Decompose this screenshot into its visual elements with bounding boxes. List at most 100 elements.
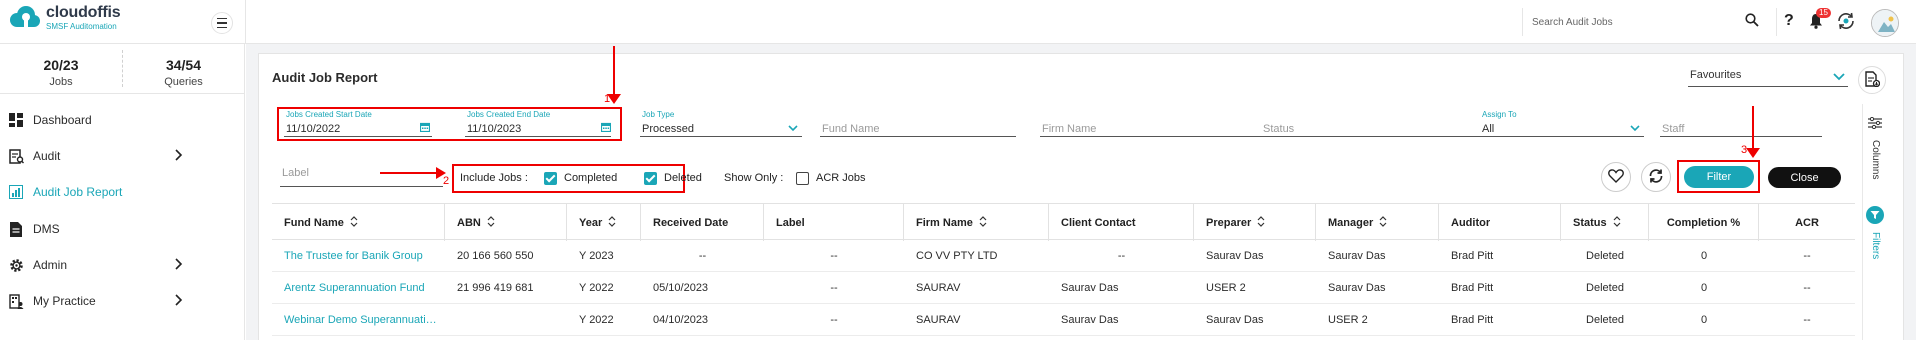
annotation-arrow-3 — [1752, 106, 1754, 151]
label-placeholder: Label — [282, 167, 309, 179]
column-header-fund-name[interactable]: Fund Name — [272, 204, 445, 241]
topbar-divider — [245, 0, 246, 44]
status-select[interactable]: Status — [1261, 113, 1484, 137]
search-icon[interactable] — [1745, 13, 1759, 30]
annotation-arrow-1 — [613, 46, 615, 98]
favourites-select[interactable]: Favourites — [1688, 65, 1848, 87]
column-header-status[interactable]: Status — [1561, 204, 1649, 241]
sidebar-item-label: My Practice — [33, 294, 96, 308]
hamburger-icon — [217, 16, 227, 30]
column-header-acr[interactable]: ACR — [1759, 204, 1855, 241]
completion-cell: 0 — [1700, 282, 1708, 294]
export-report-button[interactable] — [1858, 66, 1886, 94]
table-row[interactable]: The Trustee for Banik Group 20 166 560 5… — [272, 240, 1855, 272]
preparer-cell: Saurav Das — [1206, 250, 1264, 262]
sidebar-item-audit-job-report[interactable]: Audit Job Report — [0, 177, 245, 207]
search-input[interactable] — [1532, 12, 1742, 32]
assign-to-select[interactable]: Assign To All — [1480, 110, 1644, 137]
export-file-icon — [1864, 70, 1881, 90]
column-header-completion[interactable]: Completion % — [1649, 204, 1759, 241]
column-header-preparer[interactable]: Preparer — [1194, 204, 1316, 241]
manager-cell: USER 2 — [1328, 314, 1368, 326]
received-date-cell: 05/10/2023 — [653, 282, 709, 294]
year-cell: Y 2023 — [579, 250, 614, 262]
preparer-cell: USER 2 — [1206, 282, 1246, 294]
client-contact-cell: Saurav Das — [1061, 314, 1119, 326]
column-header-firm-name[interactable]: Firm Name — [904, 204, 1049, 241]
sort-icon — [487, 215, 495, 230]
deleted-label: Deleted — [664, 172, 702, 184]
column-header-label: Client Contact — [1061, 216, 1136, 229]
jobs-stat-value: 20/23 — [43, 57, 79, 73]
auditor-cell: Brad Pitt — [1451, 314, 1494, 326]
deleted-checkbox[interactable] — [644, 172, 657, 185]
sidebar-item-audit[interactable]: Audit — [0, 141, 245, 171]
queries-stat[interactable]: 34/54 Queries — [122, 50, 244, 88]
table-row[interactable]: Webinar Demo Superannuation Fund Y 2022 … — [272, 304, 1855, 336]
heart-icon — [1608, 168, 1624, 186]
help-icon[interactable]: ? — [1784, 12, 1794, 30]
app-logo[interactable]: cloudoffis SMSF Auditomation — [6, 4, 121, 32]
year-cell: Y 2022 — [579, 314, 614, 326]
sidebar-item-dms[interactable]: DMS — [0, 214, 245, 244]
sort-icon — [1613, 215, 1621, 230]
page-title: Audit Job Report — [272, 70, 378, 85]
completed-checkbox[interactable] — [544, 172, 557, 185]
include-jobs-label: Include Jobs : — [460, 172, 528, 184]
sidebar-item-dashboard[interactable]: Dashboard — [0, 105, 245, 135]
sidebar-item-admin[interactable]: Admin — [0, 250, 245, 280]
firm-name-input[interactable]: Firm Name — [1040, 113, 1262, 137]
sort-icon — [1379, 215, 1387, 230]
sidebar-item-label: Audit — [33, 149, 61, 163]
sidebar-item-my-practice[interactable]: My Practice — [0, 286, 245, 316]
chevron-down-icon[interactable] — [1833, 70, 1845, 84]
sync-icon[interactable] — [1836, 11, 1856, 34]
fund-name-link[interactable]: The Trustee for Banik Group — [272, 240, 440, 272]
fund-name-link[interactable]: Arentz Superannuation Fund — [272, 272, 440, 304]
column-header-label-col[interactable]: Label — [764, 204, 904, 241]
column-header-label: Status — [1573, 216, 1607, 229]
manager-cell: Saurav Das — [1328, 250, 1386, 262]
table-header-row: Fund Name ABN Year Received Date Label F… — [272, 203, 1855, 241]
columns-settings-icon[interactable] — [1868, 116, 1882, 132]
app-name: cloudoffis — [46, 4, 121, 21]
cloud-logo-icon — [6, 4, 42, 32]
funnel-icon[interactable] — [1866, 206, 1884, 224]
label-cell: -- — [830, 314, 838, 326]
favourite-button[interactable] — [1601, 162, 1631, 192]
job-type-select[interactable]: Job Type Processed — [640, 110, 802, 137]
close-button[interactable]: Close — [1768, 167, 1841, 188]
filters-panel-tab[interactable]: Filters — [1870, 232, 1881, 259]
filter-button[interactable]: Filter — [1684, 166, 1754, 188]
column-header-abn[interactable]: ABN — [445, 204, 567, 241]
label-input[interactable]: Label — [280, 163, 443, 187]
assign-to-label: Assign To — [1482, 110, 1517, 119]
annotation-box-dates — [277, 107, 622, 141]
acr-jobs-checkbox[interactable] — [796, 172, 809, 185]
staff-input[interactable]: Staff — [1660, 113, 1822, 137]
column-header-client-contact[interactable]: Client Contact — [1049, 204, 1194, 241]
fund-name-link[interactable]: Webinar Demo Superannuation Fund — [272, 304, 440, 336]
label-cell: -- — [830, 250, 838, 262]
abn-cell: 20 166 560 550 — [457, 250, 534, 262]
reset-filters-button[interactable] — [1641, 162, 1671, 192]
jobs-stat[interactable]: 20/23 Jobs — [0, 44, 122, 93]
column-header-year[interactable]: Year — [567, 204, 641, 241]
chevron-down-icon — [788, 121, 798, 135]
table-row[interactable]: Arentz Superannuation Fund 21 996 419 68… — [272, 272, 1855, 304]
column-header-manager[interactable]: Manager — [1316, 204, 1439, 241]
topbar-separator — [1776, 8, 1777, 36]
chevron-right-icon — [173, 257, 183, 274]
columns-panel-tab[interactable]: Columns — [1870, 140, 1881, 179]
fund-name-input[interactable]: Fund Name — [820, 113, 1016, 137]
column-header-received-date[interactable]: Received Date — [641, 204, 764, 241]
chevron-right-icon — [173, 148, 183, 165]
label-cell: -- — [830, 282, 838, 294]
column-header-auditor[interactable]: Auditor — [1439, 204, 1561, 241]
sidebar-item-label: Admin — [33, 258, 68, 272]
user-avatar[interactable] — [1871, 9, 1899, 37]
document-icon — [8, 221, 24, 237]
sort-icon — [350, 215, 358, 230]
menu-toggle-button[interactable] — [211, 12, 233, 34]
column-header-label: Firm Name — [916, 216, 973, 229]
